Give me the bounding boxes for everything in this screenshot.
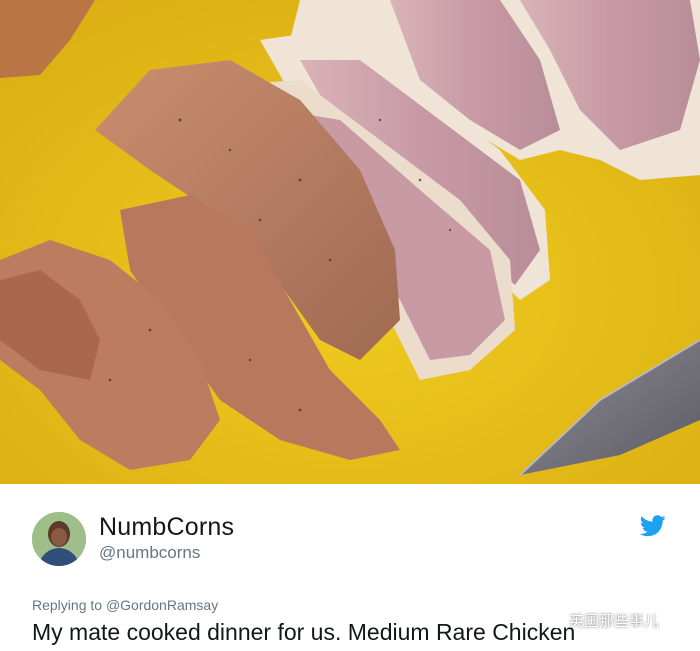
wechat-logo-icon <box>543 613 565 628</box>
tweet-photo[interactable] <box>0 0 700 484</box>
replying-to: Replying to @GordonRamsay <box>32 597 218 613</box>
twitter-bird-icon[interactable] <box>639 515 666 537</box>
avatar[interactable] <box>32 512 86 566</box>
meat-photo-illustration <box>0 0 700 484</box>
replying-prefix: Replying to <box>32 597 103 613</box>
display-name[interactable]: NumbCorns <box>99 513 234 542</box>
user-handle[interactable]: @numbcorns <box>99 543 200 563</box>
watermark-text: 英国那些事儿 <box>569 613 660 630</box>
avatar-image <box>32 512 86 566</box>
mention-link[interactable]: @GordonRamsay <box>106 597 218 613</box>
watermark: 英国那些事儿 <box>543 610 659 631</box>
tweet-text: My mate cooked dinner for us. Medium Rar… <box>32 619 576 645</box>
